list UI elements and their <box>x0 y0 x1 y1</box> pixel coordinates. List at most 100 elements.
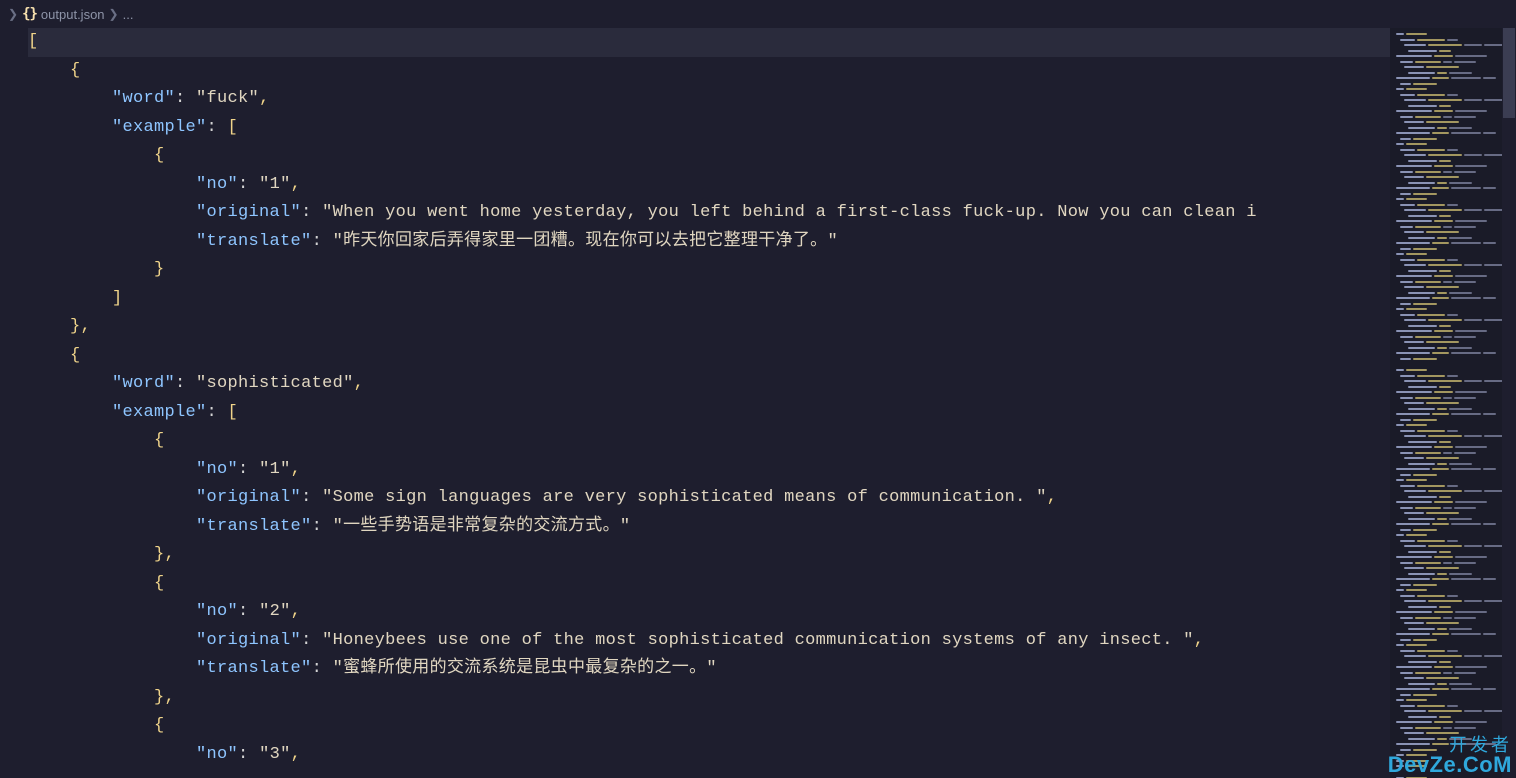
code-line[interactable]: { <box>28 57 1390 86</box>
code-line[interactable]: [ <box>28 28 1390 57</box>
minimap-line <box>1390 566 1516 570</box>
minimap-line <box>1390 104 1516 108</box>
minimap-line <box>1390 241 1516 245</box>
minimap-line <box>1390 533 1516 537</box>
minimap-line <box>1390 412 1516 416</box>
json-file-icon: {} <box>22 6 37 22</box>
minimap-line <box>1390 753 1516 757</box>
minimap-line <box>1390 456 1516 460</box>
scrollbar-thumb[interactable] <box>1503 28 1515 118</box>
minimap-line <box>1390 467 1516 471</box>
minimap-line <box>1390 764 1516 768</box>
minimap-line <box>1390 682 1516 686</box>
minimap-line <box>1390 704 1516 708</box>
minimap-line <box>1390 434 1516 438</box>
code-editor[interactable]: [ { "word": "fuck", "example": [ { "no":… <box>0 28 1390 778</box>
breadcrumb-file[interactable]: output.json <box>41 7 105 22</box>
code-line[interactable]: "no": "2", <box>28 598 1390 627</box>
minimap-line <box>1390 65 1516 69</box>
minimap-line <box>1390 643 1516 647</box>
minimap-line <box>1390 731 1516 735</box>
minimap-line <box>1390 335 1516 339</box>
code-line[interactable]: { <box>28 427 1390 456</box>
code-line[interactable]: "original": "When you went home yesterda… <box>28 199 1390 228</box>
minimap-line <box>1390 269 1516 273</box>
minimap-line <box>1390 137 1516 141</box>
minimap-line <box>1390 49 1516 53</box>
minimap-line <box>1390 649 1516 653</box>
code-line[interactable]: { <box>28 712 1390 741</box>
minimap-line <box>1390 632 1516 636</box>
code-line[interactable]: "word": "sophisticated", <box>28 370 1390 399</box>
code-line[interactable]: "no": "3", <box>28 741 1390 770</box>
code-line[interactable]: "word": "fuck", <box>28 85 1390 114</box>
minimap-line <box>1390 148 1516 152</box>
minimap-line <box>1390 208 1516 212</box>
minimap-line <box>1390 495 1516 499</box>
minimap-line <box>1390 665 1516 669</box>
minimap-line <box>1390 478 1516 482</box>
minimap[interactable] <box>1390 28 1516 778</box>
code-line[interactable]: "original": "Honeybees use one of the mo… <box>28 627 1390 656</box>
minimap-line <box>1390 698 1516 702</box>
code-line[interactable]: { <box>28 142 1390 171</box>
minimap-line <box>1390 181 1516 185</box>
code-line[interactable]: "translate": "蜜蜂所使用的交流系统是昆虫中最复杂的之一。" <box>28 655 1390 684</box>
minimap-line <box>1390 76 1516 80</box>
minimap-line <box>1390 572 1516 576</box>
minimap-line <box>1390 153 1516 157</box>
minimap-line <box>1390 390 1516 394</box>
minimap-line <box>1390 522 1516 526</box>
code-line[interactable]: "original": "Some sign languages are ver… <box>28 484 1390 513</box>
code-line[interactable]: } <box>28 256 1390 285</box>
code-line[interactable]: { <box>28 570 1390 599</box>
code-line[interactable]: "example": [ <box>28 399 1390 428</box>
code-line[interactable]: "no": "1", <box>28 171 1390 200</box>
minimap-line <box>1390 87 1516 91</box>
minimap-line <box>1390 687 1516 691</box>
minimap-line <box>1390 715 1516 719</box>
chevron-right-icon: ❯ <box>8 7 18 21</box>
minimap-line <box>1390 759 1516 763</box>
minimap-line <box>1390 451 1516 455</box>
breadcrumb[interactable]: ❯ {} output.json ❯ ... <box>0 0 1516 28</box>
minimap-line <box>1390 693 1516 697</box>
code-line[interactable]: "no": "1", <box>28 456 1390 485</box>
scrollbar-vertical[interactable] <box>1502 28 1516 778</box>
minimap-line <box>1390 506 1516 510</box>
minimap-line <box>1390 192 1516 196</box>
minimap-line <box>1390 274 1516 278</box>
minimap-line <box>1390 610 1516 614</box>
minimap-line <box>1390 484 1516 488</box>
minimap-line <box>1390 594 1516 598</box>
minimap-line <box>1390 385 1516 389</box>
minimap-line <box>1390 616 1516 620</box>
code-line[interactable]: }, <box>28 541 1390 570</box>
code-line[interactable]: "translate": "一些手势语是非常复杂的交流方式。" <box>28 513 1390 542</box>
minimap-line <box>1390 517 1516 521</box>
minimap-line <box>1390 43 1516 47</box>
minimap-line <box>1390 340 1516 344</box>
code-line[interactable]: }, <box>28 684 1390 713</box>
code-line[interactable]: }, <box>28 313 1390 342</box>
minimap-line <box>1390 555 1516 559</box>
minimap-line <box>1390 236 1516 240</box>
minimap-line <box>1390 247 1516 251</box>
code-line[interactable]: { <box>28 342 1390 371</box>
minimap-line <box>1390 54 1516 58</box>
minimap-line <box>1390 197 1516 201</box>
minimap-line <box>1390 577 1516 581</box>
code-line[interactable]: "translate": "昨天你回家后弄得家里一团糟。现在你可以去把它整理干净… <box>28 228 1390 257</box>
minimap-line <box>1390 621 1516 625</box>
minimap-line <box>1390 318 1516 322</box>
minimap-line <box>1390 357 1516 361</box>
minimap-line <box>1390 407 1516 411</box>
code-line[interactable]: "example": [ <box>28 114 1390 143</box>
minimap-line <box>1390 285 1516 289</box>
minimap-line <box>1390 401 1516 405</box>
breadcrumb-segment[interactable]: ... <box>123 7 134 22</box>
minimap-line <box>1390 511 1516 515</box>
code-line[interactable]: ] <box>28 285 1390 314</box>
minimap-line <box>1390 588 1516 592</box>
minimap-line <box>1390 164 1516 168</box>
